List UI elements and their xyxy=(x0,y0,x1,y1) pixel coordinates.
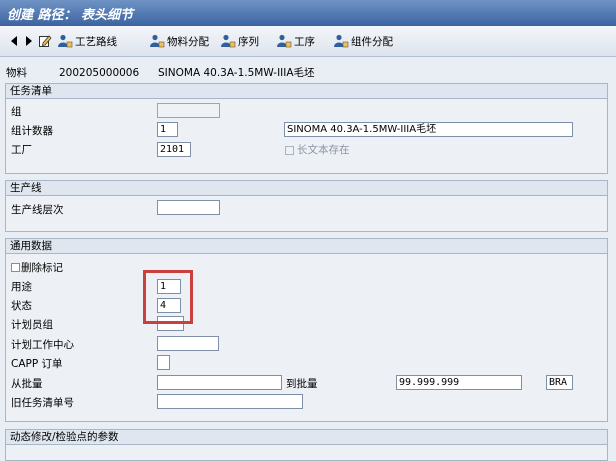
routing-icon xyxy=(58,34,73,48)
usage-label: 用途 xyxy=(11,281,32,293)
sequence-label: 序列 xyxy=(238,35,259,48)
group-counter-description-field[interactable]: SINOMA 40.3A-1.5MW-IIIA毛坯 xyxy=(284,122,573,137)
dynamic-modification-group: 动态修改/检验点的参数 xyxy=(5,429,608,461)
old-task-list-label: 旧任务清单号 xyxy=(11,397,74,409)
plant-label: 工厂 xyxy=(11,144,32,156)
window-title: 创建 路径： 表头细节 xyxy=(7,8,134,23)
general-data-group: 通用数据 xyxy=(5,238,608,422)
component-assignment-icon xyxy=(334,34,349,48)
line-hierarchy-field[interactable] xyxy=(157,200,220,215)
component-assignment-label: 组件分配 xyxy=(351,35,393,48)
operation-button[interactable]: 工序 xyxy=(276,34,315,48)
routing-label: 工艺路线 xyxy=(75,35,117,48)
group-label: 组 xyxy=(11,106,22,118)
task-list-header: 任务清单 xyxy=(6,84,607,99)
planning-work-center-label: 计划工作中心 xyxy=(11,339,74,351)
planner-group-label: 计划员组 xyxy=(11,319,53,331)
capp-order-label: CAPP 订单 xyxy=(11,358,63,370)
forward-arrow-icon[interactable] xyxy=(24,35,34,47)
unit-field[interactable]: BRA xyxy=(546,375,573,390)
deletion-flag-checkbox[interactable] xyxy=(11,263,20,272)
production-line-group: 生产线 xyxy=(5,180,608,232)
planning-work-center-field[interactable] xyxy=(157,336,219,351)
application-toolbar: 工艺路线 物料分配 序列 工序 组件分配 xyxy=(0,26,616,57)
from-lot-size-field[interactable] xyxy=(157,375,282,390)
dynamic-modification-title: 动态修改/检验点的参数 xyxy=(10,431,119,443)
line-hierarchy-label: 生产线层次 xyxy=(11,204,64,216)
highlight-annotation-box xyxy=(143,270,193,324)
general-data-header: 通用数据 xyxy=(6,239,607,254)
material-label: 物料 xyxy=(6,67,27,79)
group-counter-field[interactable]: 1 xyxy=(157,122,178,137)
task-list-title: 任务清单 xyxy=(10,85,52,97)
sequence-button[interactable]: 序列 xyxy=(220,34,259,48)
deletion-flag-label: 删除标记 xyxy=(21,262,63,274)
to-lot-size-label: 到批量 xyxy=(286,378,318,390)
dynamic-modification-header: 动态修改/检验点的参数 xyxy=(6,430,607,445)
long-text-label: 长文本存在 xyxy=(297,144,350,156)
sequence-icon xyxy=(221,34,236,48)
to-lot-size-field[interactable]: 99.999.999 xyxy=(396,375,522,390)
operation-icon xyxy=(277,34,292,48)
group-counter-label: 组计数器 xyxy=(11,125,53,137)
general-data-title: 通用数据 xyxy=(10,240,52,252)
routing-button[interactable]: 工艺路线 xyxy=(57,34,117,48)
from-lot-size-label: 从批量 xyxy=(11,378,43,390)
material-assignment-button[interactable]: 物料分配 xyxy=(149,34,209,48)
status-label: 状态 xyxy=(11,300,32,312)
long-text-checkbox[interactable] xyxy=(285,146,294,155)
component-assignment-button[interactable]: 组件分配 xyxy=(333,34,393,48)
old-task-list-field[interactable] xyxy=(157,394,303,409)
material-assignment-icon xyxy=(150,34,165,48)
plant-field[interactable]: 2101 xyxy=(157,142,191,157)
title-bar: 创建 路径： 表头细节 xyxy=(0,0,616,26)
group-field[interactable] xyxy=(157,103,220,118)
material-description: SINOMA 40.3A-1.5MW-IIIA毛坯 xyxy=(158,67,315,79)
edit-icon[interactable] xyxy=(38,34,52,48)
capp-order-checkbox[interactable] xyxy=(157,355,170,370)
production-line-title: 生产线 xyxy=(10,182,42,194)
production-line-header: 生产线 xyxy=(6,181,607,196)
back-arrow-icon[interactable] xyxy=(9,35,19,47)
material-number: 200205000006 xyxy=(59,67,140,79)
operation-label: 工序 xyxy=(294,35,315,48)
material-assignment-label: 物料分配 xyxy=(167,35,209,48)
